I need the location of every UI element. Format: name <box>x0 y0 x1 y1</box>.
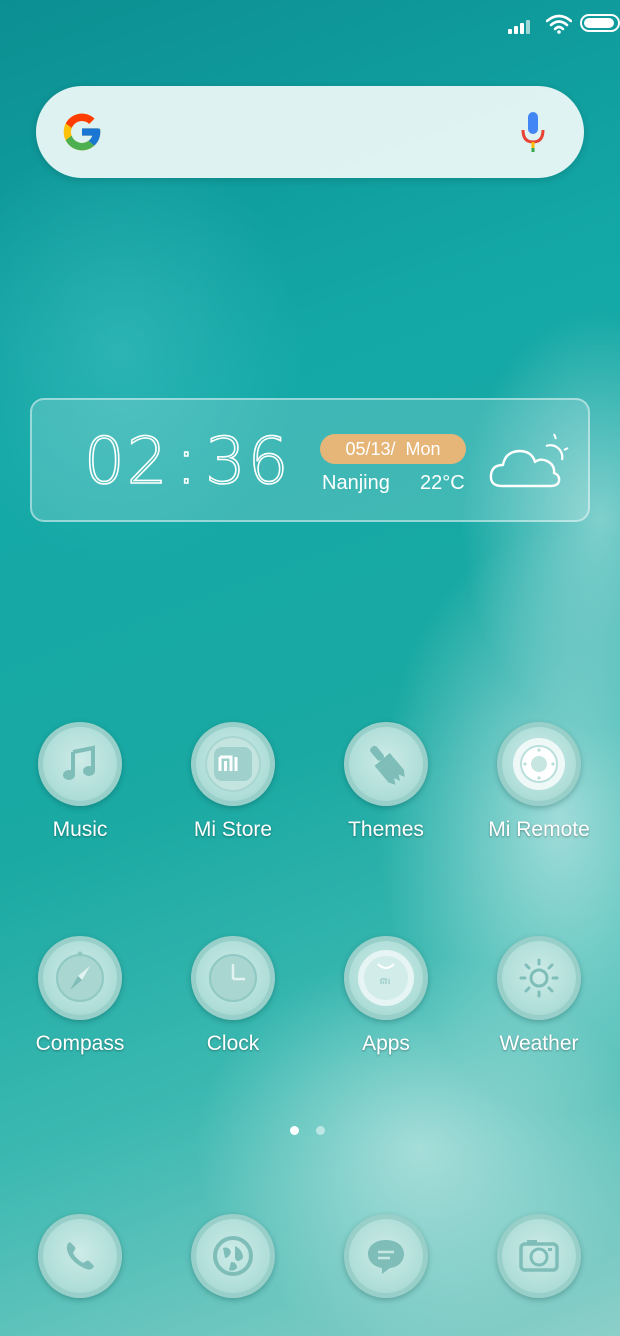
camera-icon <box>497 1214 581 1298</box>
phone-icon <box>38 1214 122 1298</box>
app-music[interactable]: Music <box>10 722 150 842</box>
time-hours: 02 <box>83 424 170 500</box>
messages-icon <box>344 1214 428 1298</box>
city-label: Nanjing <box>322 472 390 494</box>
app-themes[interactable]: Themes <box>316 722 456 842</box>
dock-camera[interactable] <box>469 1214 609 1298</box>
mic-icon[interactable] <box>518 108 548 156</box>
app-label: Compass <box>35 1032 125 1055</box>
app-label: Mi Remote <box>488 818 590 841</box>
battery-icon <box>580 14 620 32</box>
google-search-bar[interactable] <box>36 86 584 178</box>
time-minutes: 36 <box>204 424 291 500</box>
mi-store-icon <box>191 722 275 806</box>
compass-icon <box>38 936 122 1020</box>
app-label: Music <box>52 818 108 841</box>
app-weather[interactable]: Weather <box>469 936 609 1056</box>
dock-messages[interactable] <box>316 1214 456 1298</box>
apps-bag-icon <box>344 936 428 1020</box>
dock-browser[interactable] <box>163 1214 303 1298</box>
app-mi-store[interactable]: Mi Store <box>163 722 303 842</box>
date-badge: 05/13/ Mon <box>320 434 466 464</box>
time-separator: : <box>175 424 199 500</box>
clock-weather-widget[interactable]: 02:36 05/13/ Mon Nanjing 22°C <box>30 398 590 522</box>
remote-icon <box>497 722 581 806</box>
themes-brush-icon <box>344 722 428 806</box>
app-compass[interactable]: Compass <box>10 936 150 1056</box>
wifi-icon <box>546 14 572 34</box>
browser-globe-icon <box>191 1214 275 1298</box>
app-label: Mi Store <box>193 818 273 841</box>
app-label: Themes <box>348 818 424 841</box>
page-dot-active[interactable] <box>290 1126 299 1135</box>
google-logo <box>63 113 101 151</box>
app-label: Weather <box>499 1032 579 1055</box>
app-clock[interactable]: Clock <box>163 936 303 1056</box>
dock-phone[interactable] <box>10 1214 150 1298</box>
partly-cloudy-icon <box>489 433 569 488</box>
app-apps[interactable]: Apps <box>316 936 456 1056</box>
app-mi-remote[interactable]: Mi Remote <box>469 722 609 842</box>
temperature-label: 22°C <box>420 472 465 494</box>
time-display: 02:36 <box>83 422 291 502</box>
status-bar <box>0 12 620 36</box>
clock-icon <box>191 936 275 1020</box>
signal-icon <box>508 16 534 34</box>
sun-icon <box>497 936 581 1020</box>
music-icon <box>38 722 122 806</box>
app-label: Apps <box>362 1032 410 1055</box>
battery-level <box>584 18 615 28</box>
app-label: Clock <box>206 1032 260 1055</box>
page-dot[interactable] <box>316 1126 325 1135</box>
